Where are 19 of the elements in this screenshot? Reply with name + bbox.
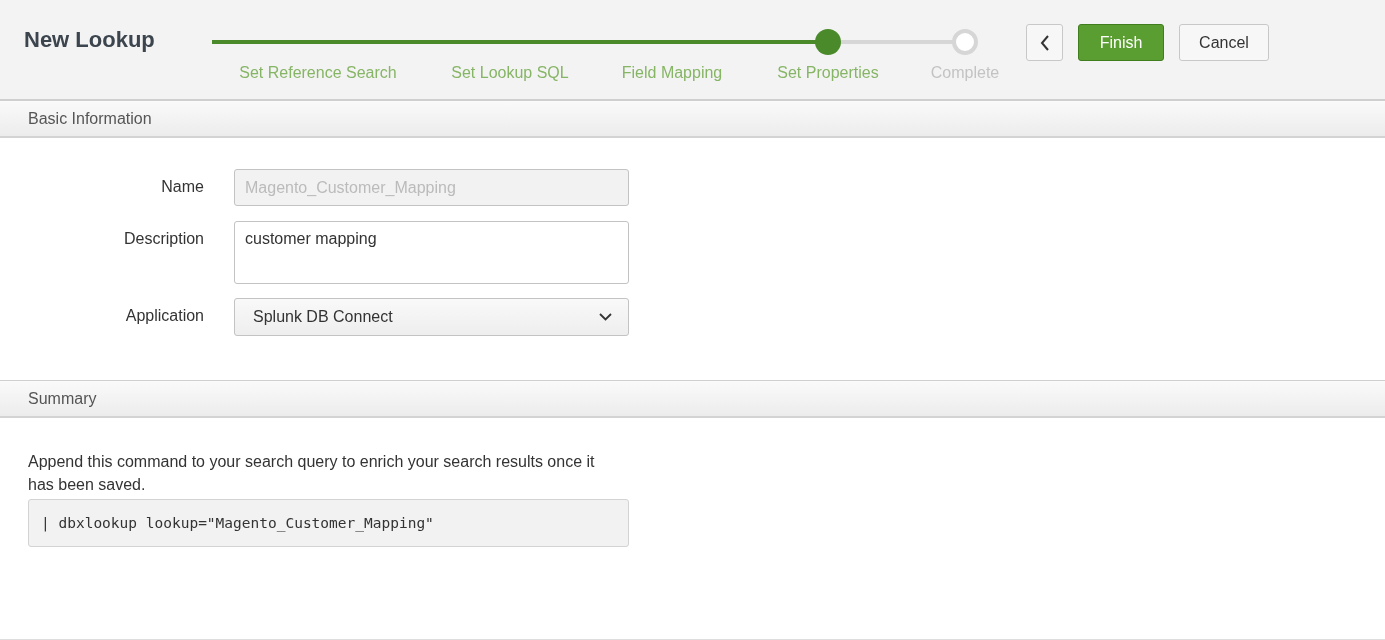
- chevron-down-icon: [599, 313, 612, 321]
- field-label: Application: [124, 306, 204, 326]
- chevron-left-icon: [1039, 34, 1050, 51]
- field-label: Description: [122, 229, 204, 249]
- step-label[interactable]: Set Reference Search: [239, 64, 397, 82]
- section-header: Basic Information: [0, 100, 1385, 138]
- step-label[interactable]: Set Lookup SQL: [451, 64, 569, 82]
- step-label[interactable]: Set Properties: [777, 64, 879, 82]
- summary-text: Append this command to your search query to enrich your search results once it has been saved.: [28, 452, 596, 495]
- back-button[interactable]: [1026, 24, 1063, 61]
- finish-button[interactable]: Finish: [1078, 24, 1164, 61]
- step-label[interactable]: Field Mapping: [621, 64, 723, 82]
- application-dropdown[interactable]: Splunk DB Connect: [234, 298, 629, 336]
- page-title: New Lookup: [24, 27, 155, 53]
- field-label: Name: [160, 177, 204, 197]
- description-field[interactable]: customer mapping: [234, 221, 629, 284]
- lookup-command: | dbxlookup lookup="Magento_Customer_Mapping": [28, 499, 629, 547]
- section-header: Summary: [0, 380, 1385, 418]
- cancel-button[interactable]: Cancel: [1179, 24, 1269, 61]
